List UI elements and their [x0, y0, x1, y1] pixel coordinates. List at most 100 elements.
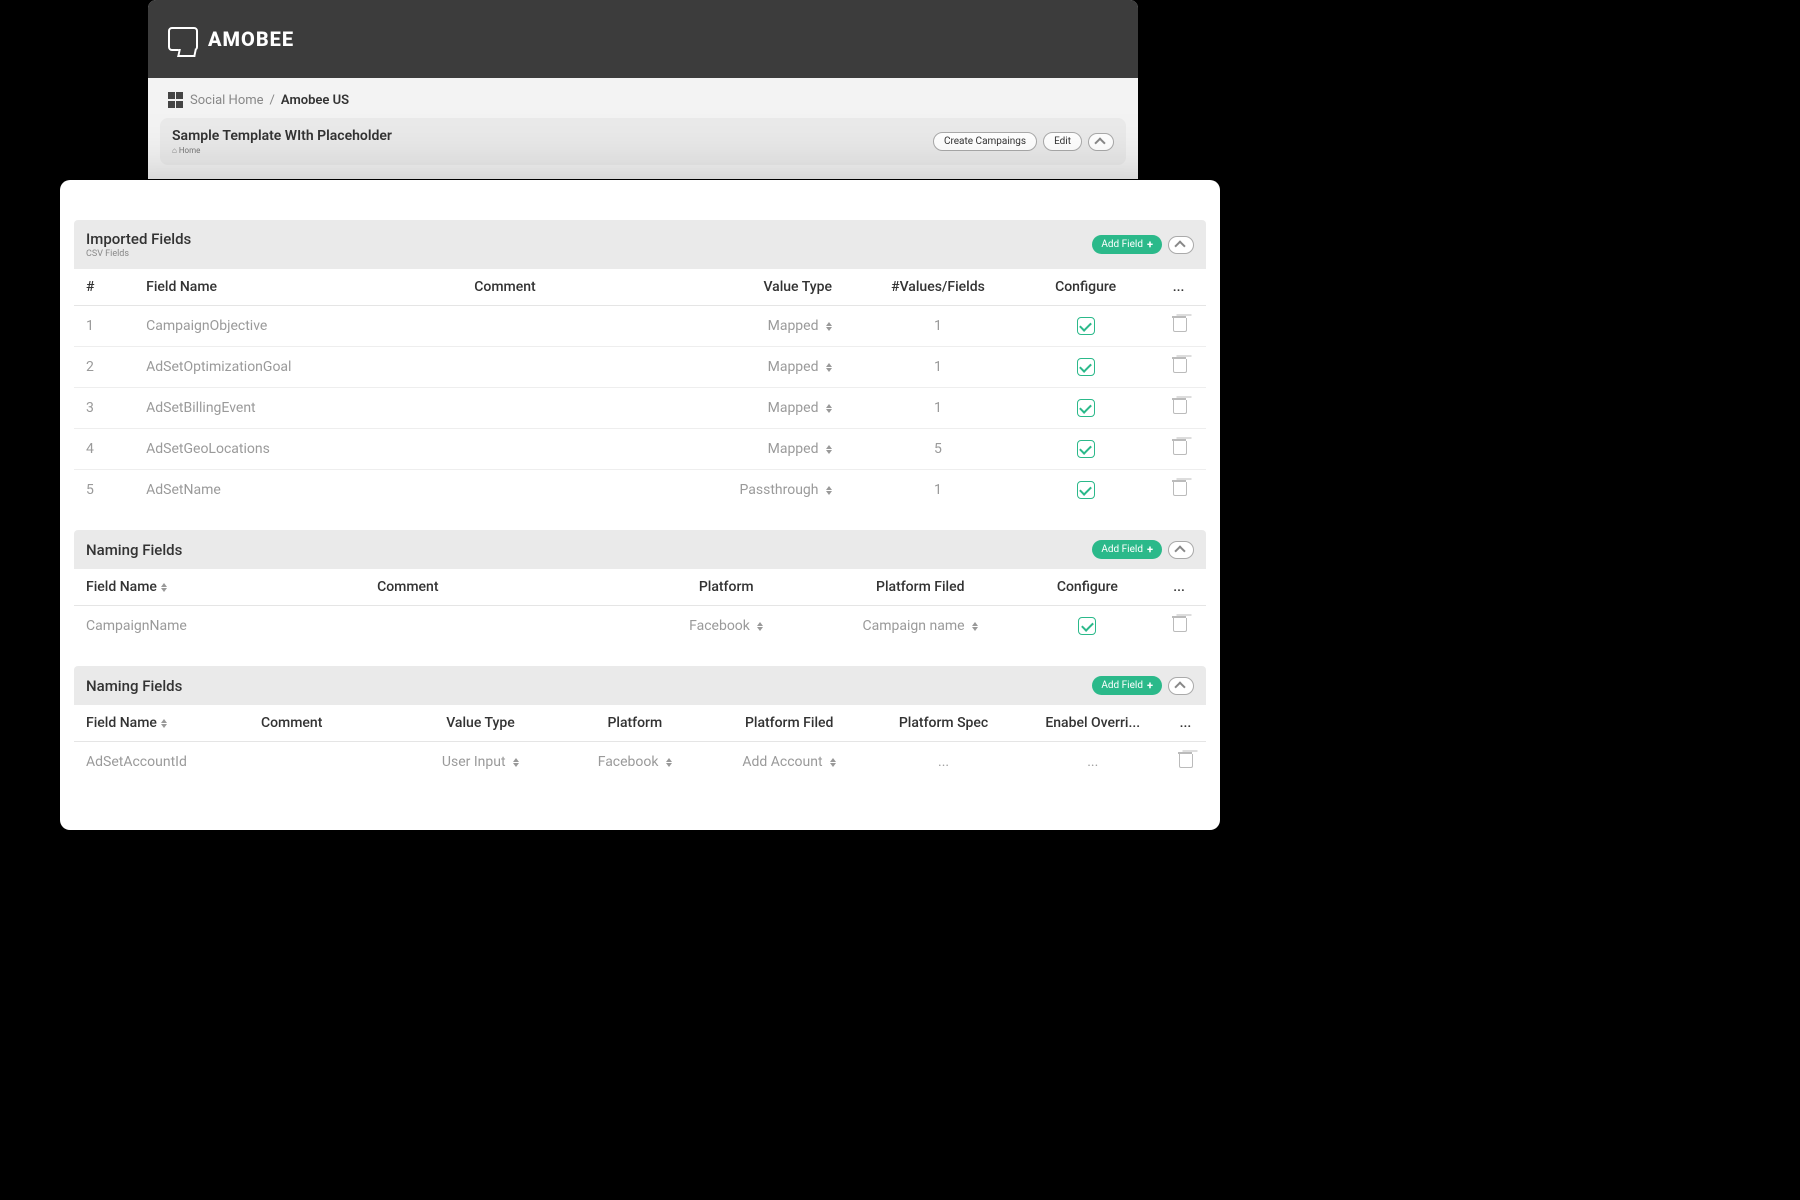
collapse-button[interactable]	[1088, 133, 1114, 151]
table-row: 5AdSetName Passthrough 1	[74, 470, 1206, 511]
add-field-button[interactable]: Add Field+	[1092, 540, 1162, 559]
check-icon	[1077, 481, 1095, 499]
cell-delete[interactable]	[1165, 742, 1206, 783]
breadcrumb-home[interactable]: Social Home	[190, 93, 264, 108]
imported-fields-table: # Field Name Comment Value Type #Values/…	[74, 269, 1206, 510]
create-campaigns-button[interactable]: Create Campaings	[933, 132, 1037, 151]
cell-value-type[interactable]: Mapped	[681, 347, 856, 388]
cell-delete[interactable]	[1151, 388, 1206, 429]
collapse-button[interactable]	[1168, 677, 1194, 695]
col-actions: ...	[1165, 705, 1206, 742]
col-actions: ...	[1151, 269, 1206, 306]
col-comment: Comment	[249, 705, 403, 742]
edit-button[interactable]: Edit	[1043, 132, 1082, 151]
col-configure: Configure	[1020, 269, 1151, 306]
plus-icon: +	[1147, 679, 1153, 692]
table-row: 2AdSetOptimizationGoalMapped 1	[74, 347, 1206, 388]
chevron-up-icon	[1176, 240, 1186, 250]
col-field-name[interactable]: Field Name	[74, 569, 365, 606]
cell-value-type[interactable]: Mapped	[681, 306, 856, 347]
cell-value-type[interactable]: Passthrough	[681, 470, 856, 511]
cell-configure[interactable]	[1023, 606, 1152, 647]
section-header: Imported Fields CSV Fields Add Field+	[74, 220, 1206, 269]
cell-configure[interactable]	[1020, 429, 1151, 470]
cell-value-type[interactable]: Mapped	[681, 388, 856, 429]
page-title: Sample Template WIth Placeholder	[172, 128, 392, 144]
cell-field-name: AdSetGeoLocations	[134, 429, 462, 470]
section-naming-fields-1: Naming Fields Add Field+ Field Name Comm…	[74, 530, 1206, 646]
cell-platform[interactable]: Facebook	[635, 606, 818, 647]
col-platform-field: Platform Filed	[818, 569, 1023, 606]
dropdown-icon	[826, 486, 832, 495]
col-actions: ...	[1152, 569, 1206, 606]
trash-icon	[1172, 316, 1186, 332]
dropdown-icon	[826, 322, 832, 331]
dropdown-icon	[666, 758, 672, 767]
trash-icon	[1172, 480, 1186, 496]
page-subtitle: ⌂ Home	[172, 146, 392, 155]
table-row: 1CampaignObjectiveMapped 1	[74, 306, 1206, 347]
cell-configure[interactable]	[1020, 388, 1151, 429]
plus-icon: +	[1147, 543, 1153, 556]
check-icon	[1077, 440, 1095, 458]
cell-field-name: CampaignName	[74, 606, 365, 647]
cell-comment	[462, 388, 681, 429]
dropdown-icon	[826, 445, 832, 454]
cell-comment	[249, 742, 403, 783]
cell-comment	[462, 306, 681, 347]
collapse-button[interactable]	[1168, 236, 1194, 254]
dropdown-icon	[972, 622, 978, 631]
section-header: Naming Fields Add Field+	[74, 666, 1206, 705]
cell-configure[interactable]	[1020, 347, 1151, 388]
chevron-up-icon	[1176, 681, 1186, 691]
cell-delete[interactable]	[1151, 306, 1206, 347]
cell-number: 4	[74, 429, 134, 470]
col-enable-override: Enabel Overri...	[1021, 705, 1165, 742]
cell-values: 1	[856, 470, 1020, 511]
cell-delete[interactable]	[1151, 470, 1206, 511]
cell-field-name: AdSetName	[134, 470, 462, 511]
cell-delete[interactable]	[1151, 429, 1206, 470]
naming-fields-table-2: Field Name Comment Value Type Platform P…	[74, 705, 1206, 782]
cell-number: 5	[74, 470, 134, 511]
section-title: Imported Fields	[86, 230, 191, 248]
cell-delete[interactable]	[1152, 606, 1206, 647]
check-icon	[1078, 617, 1096, 635]
section-subtitle: CSV Fields	[86, 249, 191, 259]
grid-icon	[168, 92, 184, 108]
cell-platform-field[interactable]: Campaign name	[818, 606, 1023, 647]
cell-values: 1	[856, 388, 1020, 429]
add-field-button[interactable]: Add Field+	[1092, 676, 1162, 695]
col-platform: Platform	[635, 569, 818, 606]
cell-values: 1	[856, 347, 1020, 388]
col-values: #Values/Fields	[856, 269, 1020, 306]
cell-value-type[interactable]: Mapped	[681, 429, 856, 470]
cell-platform-spec: ...	[866, 742, 1020, 783]
col-field-name[interactable]: Field Name	[74, 705, 249, 742]
table-row: CampaignName Facebook Campaign name	[74, 606, 1206, 647]
collapse-button[interactable]	[1168, 541, 1194, 559]
cell-configure[interactable]	[1020, 306, 1151, 347]
add-field-button[interactable]: Add Field+	[1092, 235, 1162, 254]
cell-value-type[interactable]: User Input	[403, 742, 557, 783]
cell-platform-field[interactable]: Add Account	[712, 742, 866, 783]
cell-field-name: AdSetOptimizationGoal	[134, 347, 462, 388]
chevron-up-icon	[1096, 137, 1106, 147]
brand-name: AMOBEE	[208, 27, 294, 51]
cell-delete[interactable]	[1151, 347, 1206, 388]
cell-configure[interactable]	[1020, 470, 1151, 511]
col-field-name[interactable]: Field Name	[134, 269, 462, 306]
section-title: Naming Fields	[86, 677, 182, 695]
table-row: 4AdSetGeoLocationsMapped 5	[74, 429, 1206, 470]
check-icon	[1077, 358, 1095, 376]
monitor-icon	[168, 27, 198, 51]
cell-platform[interactable]: Facebook	[558, 742, 712, 783]
dropdown-icon	[830, 758, 836, 767]
breadcrumb-current[interactable]: Amobee US	[281, 93, 349, 108]
dropdown-icon	[826, 404, 832, 413]
dropdown-icon	[513, 758, 519, 767]
section-imported-fields: Imported Fields CSV Fields Add Field+ # …	[74, 220, 1206, 510]
dropdown-icon	[826, 363, 832, 372]
page-header-bar: Sample Template WIth Placeholder ⌂ Home …	[160, 118, 1126, 165]
trash-icon	[1172, 398, 1186, 414]
